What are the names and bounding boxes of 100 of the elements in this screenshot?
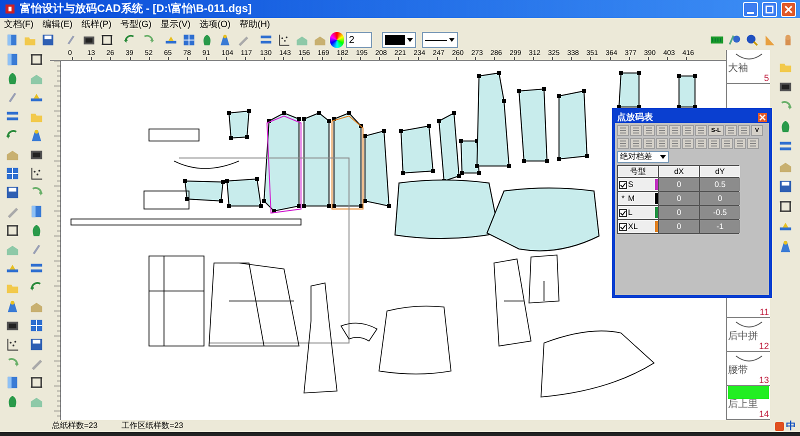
color-dropdown[interactable]: [382, 32, 416, 48]
size-checkbox[interactable]: [619, 208, 627, 216]
line-style-dropdown[interactable]: [422, 32, 458, 48]
dialog-tool-button[interactable]: [682, 138, 694, 149]
size-cell[interactable]: S: [618, 178, 658, 191]
pattern-outline[interactable]: [304, 282, 338, 394]
pattern-outline[interactable]: [494, 258, 532, 346]
size-checkbox[interactable]: [619, 222, 627, 230]
column-header: dX: [659, 166, 699, 177]
menu-item[interactable]: 选项(O): [200, 18, 230, 30]
menu-item[interactable]: 号型(G): [120, 18, 152, 30]
dialog-tool-button[interactable]: [617, 138, 629, 149]
pattern-piece[interactable]: [399, 124, 435, 175]
grid-icon: [645, 127, 653, 134]
dialog-tool-button[interactable]: [656, 138, 668, 149]
pattern-outline[interactable]: [528, 254, 560, 304]
tool-icon: [277, 33, 292, 47]
pattern-piece[interactable]: [557, 89, 589, 161]
menu-item[interactable]: 帮助(H): [240, 18, 270, 30]
close-icon: [759, 114, 766, 120]
menu-item[interactable]: 显示(V): [160, 18, 190, 30]
tool-icon: [29, 318, 44, 332]
guide-line[interactable]: [178, 158, 350, 344]
dialog-tool-button[interactable]: [617, 125, 629, 136]
pattern-outline[interactable]: [174, 160, 240, 169]
tool-icon: [218, 33, 232, 47]
tool-icon: [778, 199, 792, 214]
pattern-piece[interactable]: [225, 177, 263, 208]
dialog-tool-button[interactable]: [734, 138, 746, 149]
status-text: 工作区纸样数=23: [122, 421, 184, 431]
pattern-piece[interactable]: [677, 74, 697, 109]
size-label: M: [628, 194, 636, 204]
column-header: dY: [700, 166, 740, 177]
dialog-tool-button[interactable]: [695, 125, 707, 136]
dialog-tool-button[interactable]: [738, 125, 750, 136]
piece-number: 11: [760, 308, 769, 317]
close-button[interactable]: [781, 2, 796, 16]
pattern-piece[interactable]: [227, 109, 251, 140]
dialog-tool-button[interactable]: [747, 138, 759, 149]
pattern-piece[interactable]: [183, 179, 225, 203]
grid-icon: [723, 140, 731, 147]
color-wheel-icon[interactable]: [330, 32, 344, 48]
dialog-tool-button[interactable]: [669, 125, 681, 136]
pattern-outline[interactable]: [148, 128, 200, 142]
pattern-piece[interactable]: [517, 87, 549, 163]
pattern-outline[interactable]: [340, 322, 378, 342]
dropdown-arrow-icon: [449, 37, 455, 43]
dialog-tool-button[interactable]: [630, 125, 642, 136]
dx-cell: 0: [659, 192, 699, 205]
ime-toolbar[interactable]: 中: [775, 420, 800, 432]
dialog-tool-button[interactable]: [643, 138, 655, 149]
grid-icon: [658, 127, 666, 134]
close-button[interactable]: [758, 112, 767, 122]
grid-icon: [684, 127, 692, 134]
pattern-piece[interactable]: [617, 71, 641, 109]
dialog-tool-button[interactable]: [630, 138, 642, 149]
size-cell[interactable]: XL: [618, 220, 658, 233]
drawing-canvas[interactable]: [61, 61, 726, 420]
minimize-button[interactable]: [743, 2, 758, 16]
dx-cell: 0: [659, 178, 699, 191]
grid-icon: [632, 127, 640, 134]
dialog-tool-button[interactable]: [643, 125, 655, 136]
dialog-title: 点放码表: [617, 112, 653, 122]
pattern-outline[interactable]: [70, 218, 302, 226]
pattern-piece[interactable]: [302, 111, 331, 208]
tool-icon: [5, 184, 20, 200]
tool-icon: [4, 33, 19, 47]
dialog-tool-button[interactable]: [725, 125, 737, 136]
menu-item[interactable]: 文档(F): [4, 18, 34, 30]
pattern-piece[interactable]: [486, 188, 600, 252]
grid-icon: [619, 140, 627, 147]
maximize-button[interactable]: [762, 2, 777, 16]
dialog-tool-button[interactable]: [656, 125, 668, 136]
pattern-outline[interactable]: [208, 262, 300, 346]
tool-icon: [29, 374, 44, 390]
tool-icon: [29, 52, 44, 66]
grid-icon: [727, 127, 735, 134]
size-label: S: [628, 180, 634, 190]
dialog-tool-button[interactable]: [669, 138, 681, 149]
dialog-tool-button[interactable]: [695, 138, 707, 149]
line-width-field[interactable]: 2: [346, 32, 372, 48]
window-title: 富怡设计与放码CAD系统 - [D:\富怡\B-011.dgs]: [20, 2, 252, 17]
pattern-outline[interactable]: [144, 190, 190, 210]
menu-item[interactable]: 纸样(P): [82, 18, 112, 30]
size-cell[interactable]: L: [618, 206, 658, 219]
size-checkbox[interactable]: [619, 180, 627, 188]
grading-mode-dropdown[interactable]: 绝对档差: [617, 151, 669, 163]
piece-name: 腰带: [728, 365, 749, 376]
menu-item[interactable]: 编辑(E): [42, 18, 72, 30]
color-swatch: [384, 35, 405, 45]
tool-icon: [763, 33, 778, 47]
dialog-tool-button[interactable]: [721, 138, 733, 149]
dialog-tool-button[interactable]: [682, 125, 694, 136]
dialog-tool-button[interactable]: [708, 138, 720, 149]
pattern-outline[interactable]: [378, 306, 452, 374]
tool-icon: [745, 33, 760, 47]
pattern-piece[interactable]: [363, 129, 391, 208]
pattern-outline[interactable]: [148, 256, 204, 346]
size-cell[interactable]: * M: [618, 192, 658, 205]
pattern-outline[interactable]: [540, 330, 654, 398]
